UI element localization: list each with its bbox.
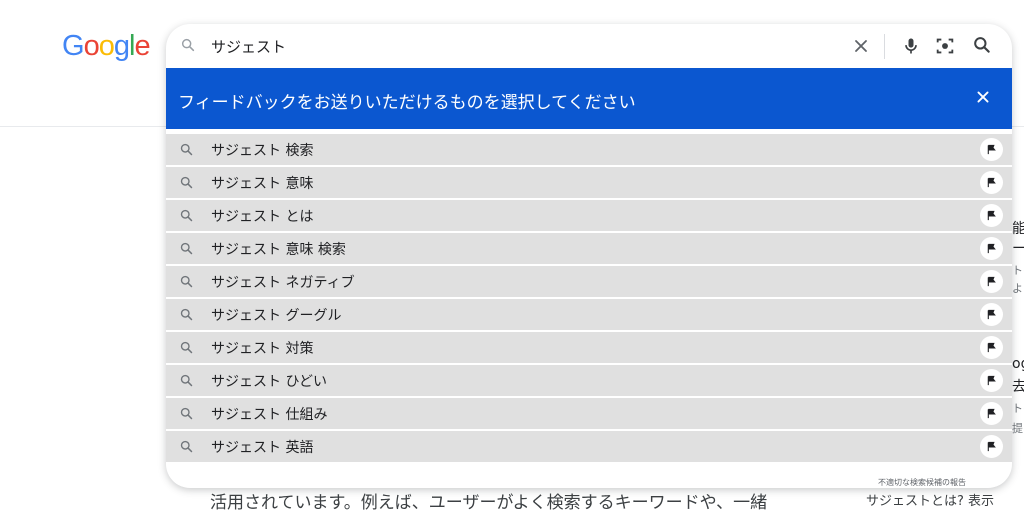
google-logo[interactable]: Google [62,30,151,63]
flag-icon[interactable] [980,270,1003,293]
suggestion-label: サジェスト ひどい [211,374,328,390]
feedback-banner-text: フィードバックをお送りいただけるものを選択してください [178,93,636,113]
background-text-fragment: 去を [1012,379,1024,395]
search-icon [179,142,194,161]
suggestion-label: サジェスト ネガティブ [211,275,355,291]
search-icon [179,439,194,458]
suggestion-item[interactable]: サジェスト グーグル [166,299,1012,330]
search-icon [179,274,194,293]
background-text-fragment: よ [1012,282,1023,295]
background-text-fragment: 提 [1012,422,1023,435]
suggestion-item[interactable]: サジェスト ネガティブ [166,266,1012,297]
search-icon [179,406,194,425]
suggestion-item[interactable]: サジェスト 意味 [166,167,1012,198]
flag-icon[interactable] [980,303,1003,326]
search-icon [179,175,194,194]
suggestion-item[interactable]: サジェスト 意味 検索 [166,233,1012,264]
search-icon [180,37,196,57]
background-text-fragment: 能の [1012,221,1024,237]
suggestion-label: サジェスト 仕組み [211,407,328,423]
close-icon[interactable] [972,86,994,112]
search-icon [179,241,194,260]
search-box: サジェスト フィードバックをお送りいただけるものを選択してください サジェスト … [166,24,1012,488]
divider [884,34,885,59]
logo-letter: G [62,30,85,62]
flag-icon[interactable] [980,138,1003,161]
search-icon [179,208,194,227]
microphone-icon[interactable] [901,35,921,61]
camera-search-icon[interactable] [934,35,956,61]
clear-icon[interactable] [851,36,871,60]
suggestion-label: サジェスト 対策 [211,341,314,357]
background-text-fragment: ール [1012,241,1024,257]
suggestion-item[interactable]: サジェスト 英語 [166,431,1012,462]
background-result-snippet: 活用されています。例えば、ユーザーがよく検索するキーワードや、一緒 [210,493,768,513]
suggestion-item[interactable]: サジェスト 対策 [166,332,1012,363]
suggestion-item[interactable]: サジェスト ひどい [166,365,1012,396]
suggestion-label: サジェスト 検索 [211,143,314,159]
search-icon [179,307,194,326]
flag-icon[interactable] [980,204,1003,227]
background-text-fragment: トの [1012,264,1024,277]
suggestion-label: サジェスト とは [211,209,314,225]
logo-letter: o [98,30,115,62]
suggestion-label: サジェスト 英語 [211,440,314,456]
report-inappropriate-link[interactable]: 不適切な検索候補の報告 [878,477,966,488]
background-text-fragment: og [1012,356,1024,372]
suggestion-label: サジェスト 意味 検索 [211,242,346,258]
flag-icon[interactable] [980,171,1003,194]
suggestion-label: サジェスト グーグル [211,308,342,324]
background-text-fragment: トの [1012,402,1024,415]
search-icon [179,340,194,359]
suggestion-list: サジェスト 検索 サジェスト 意味 サジェスト とは サジェスト 意味 検索 サ… [166,134,1012,464]
flag-icon[interactable] [980,237,1003,260]
feedback-banner: フィードバックをお送りいただけるものを選択してください [166,68,1012,129]
search-submit-icon[interactable] [972,35,992,59]
flag-icon[interactable] [980,369,1003,392]
flag-icon[interactable] [980,402,1003,425]
suggestion-item[interactable]: サジェスト 検索 [166,134,1012,165]
logo-letter: g [113,30,130,62]
flag-icon[interactable] [980,336,1003,359]
search-bar[interactable]: サジェスト [166,24,1012,68]
logo-letter: e [134,30,150,62]
suggestion-label: サジェスト 意味 [211,176,314,192]
suggestion-item[interactable]: サジェスト とは [166,200,1012,231]
search-input[interactable]: サジェスト [211,36,286,57]
search-icon [179,373,194,392]
suggestion-item[interactable]: サジェスト 仕組み [166,398,1012,429]
flag-icon[interactable] [980,435,1003,458]
logo-letter: o [83,30,100,62]
background-side-title: サジェストとは? 表示 [866,494,995,509]
